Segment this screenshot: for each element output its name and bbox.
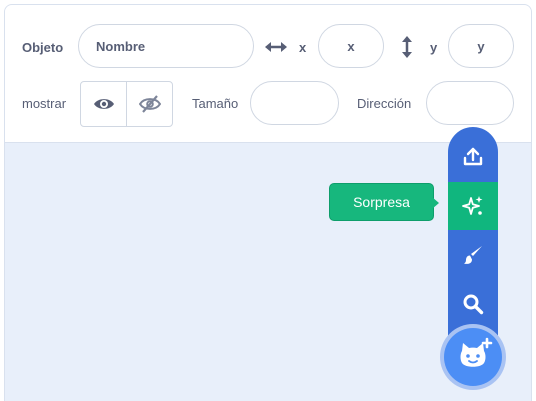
horizontal-arrows-icon	[265, 42, 287, 52]
eye-slash-icon	[138, 95, 161, 113]
direction-input[interactable]	[426, 81, 514, 125]
add-sprite-button[interactable]	[440, 324, 506, 390]
y-label: y	[430, 40, 438, 55]
paint-sprite-button[interactable]	[448, 231, 498, 279]
surprise-tooltip: Sorpresa	[329, 183, 434, 221]
x-input[interactable]	[318, 24, 384, 68]
upload-sprite-button[interactable]	[448, 133, 498, 181]
y-input[interactable]	[448, 24, 514, 68]
search-icon	[463, 294, 484, 315]
size-label: Tamaño	[192, 96, 239, 111]
hide-button[interactable]	[126, 82, 172, 126]
cat-plus-icon	[460, 337, 493, 367]
direction-label: Dirección	[357, 96, 412, 111]
size-input[interactable]	[250, 81, 339, 125]
sprite-label: Objeto	[22, 40, 64, 55]
choose-sprite-button[interactable]	[448, 280, 498, 328]
tooltip-arrow	[432, 197, 439, 209]
vertical-arrows-icon	[402, 36, 412, 58]
paintbrush-icon	[464, 246, 482, 264]
eye-icon	[93, 99, 114, 109]
sparkles-icon	[462, 196, 483, 215]
tooltip-text: Sorpresa	[353, 194, 410, 210]
show-label: mostrar	[22, 96, 67, 111]
visibility-toggle	[80, 81, 173, 127]
upload-icon	[463, 147, 483, 166]
add-sprite-button-inner	[444, 328, 502, 386]
sprite-name-input[interactable]	[78, 24, 254, 68]
sprite-info-panel: Objeto x y mostrar	[5, 5, 531, 143]
show-button[interactable]	[81, 82, 126, 126]
choose-sprite-menu	[448, 127, 498, 355]
x-label: x	[299, 40, 307, 55]
surprise-sprite-button[interactable]	[448, 182, 498, 230]
